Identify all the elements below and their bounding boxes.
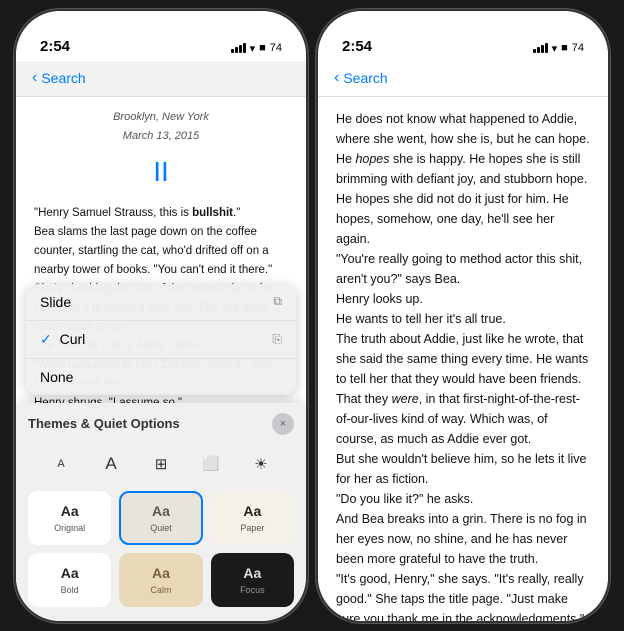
layout-button[interactable]: ⊞: [143, 449, 179, 479]
back-arrow-icon: ‹: [32, 69, 37, 87]
slide-icon: ⧉: [273, 294, 282, 309]
theme-quiet[interactable]: Aa Quiet: [119, 491, 202, 545]
theme-focus[interactable]: Aa Focus: [211, 553, 294, 607]
theme-quiet-label: Quiet: [129, 523, 192, 533]
theme-quiet-sample: Aa: [129, 503, 192, 519]
theme-bold-sample: Aa: [38, 565, 101, 581]
transition-curl[interactable]: ✓ Curl ⎘: [26, 321, 296, 359]
overlay-panel: Slide ⧉ ✓ Curl ⎘ None Themes & Quiet Opt…: [16, 284, 306, 621]
check-icon: ✓: [40, 331, 56, 347]
curl-icon: ⎘: [272, 332, 282, 347]
book-content-right: He does not know what happened to Addie,…: [318, 97, 608, 621]
signal-icon: [231, 43, 246, 53]
wifi-icon: ▾: [250, 42, 256, 55]
page-button[interactable]: ⬜: [193, 449, 229, 479]
theme-paper-sample: Aa: [221, 503, 284, 519]
theme-focus-sample: Aa: [221, 565, 284, 581]
battery-level: 74: [270, 42, 282, 54]
theme-original-sample: Aa: [38, 503, 101, 519]
themes-header: Themes & Quiet Options ×: [28, 413, 294, 435]
status-bar-left: 2:54 ▾ ■ 74: [16, 11, 306, 61]
font-increase-button[interactable]: A: [93, 449, 129, 479]
back-label-right: Search: [343, 70, 387, 86]
chapter-number: II: [34, 150, 288, 195]
time-right: 2:54: [342, 38, 372, 55]
theme-calm-label: Calm: [129, 585, 192, 595]
book-title-area: Brooklyn, New York March 13, 2015 II: [34, 109, 288, 195]
theme-paper-label: Paper: [221, 523, 284, 533]
close-button[interactable]: ×: [272, 413, 294, 435]
themes-panel: Themes & Quiet Options × A A ⊞ ⬜ ☀ Aa Or…: [16, 403, 306, 621]
none-label: None: [40, 369, 73, 385]
signal-icon-right: [533, 43, 548, 53]
brightness-button[interactable]: ☀: [243, 449, 279, 479]
transition-slide[interactable]: Slide ⧉: [26, 284, 296, 321]
back-label-left: Search: [41, 70, 85, 86]
theme-focus-label: Focus: [221, 585, 284, 595]
theme-bold[interactable]: Aa Bold: [28, 553, 111, 607]
left-phone: 2:54 ▾ ■ 74 ‹ Search: [16, 11, 306, 621]
back-button-left[interactable]: ‹ Search: [32, 69, 86, 87]
transition-none[interactable]: None: [26, 359, 296, 395]
theme-original-label: Original: [38, 523, 101, 533]
theme-bold-label: Bold: [38, 585, 101, 595]
theme-calm-sample: Aa: [129, 565, 192, 581]
wifi-icon-right: ▾: [552, 42, 558, 55]
theme-grid: Aa Original Aa Quiet Aa Paper Aa Bold: [28, 491, 294, 607]
right-phone: 2:54 ▾ ■ 74 ‹ Search He does not know wh…: [318, 11, 608, 621]
status-icons-left: ▾ ■ 74: [231, 42, 282, 55]
back-arrow-icon-right: ‹: [334, 69, 339, 87]
theme-calm[interactable]: Aa Calm: [119, 553, 202, 607]
slide-label: Slide: [40, 294, 71, 310]
transition-menu: Slide ⧉ ✓ Curl ⎘ None: [26, 284, 296, 395]
nav-bar-left: ‹ Search: [16, 61, 306, 97]
book-date: March 13, 2015: [34, 128, 288, 146]
nav-bar-right: ‹ Search: [318, 61, 608, 97]
battery-icon: ■: [259, 42, 266, 54]
status-bar-right: 2:54 ▾ ■ 74: [318, 11, 608, 61]
battery-level-right: 74: [572, 42, 584, 54]
reader-controls: A A ⊞ ⬜ ☀: [28, 443, 294, 485]
back-button-right[interactable]: ‹ Search: [334, 69, 388, 87]
font-decrease-button[interactable]: A: [43, 449, 79, 479]
book-location: Brooklyn, New York: [34, 109, 288, 127]
themes-title: Themes & Quiet Options: [28, 416, 180, 431]
battery-icon-right: ■: [561, 42, 568, 54]
time-left: 2:54: [40, 38, 70, 55]
theme-original[interactable]: Aa Original: [28, 491, 111, 545]
theme-paper[interactable]: Aa Paper: [211, 491, 294, 545]
status-icons-right: ▾ ■ 74: [533, 42, 584, 55]
